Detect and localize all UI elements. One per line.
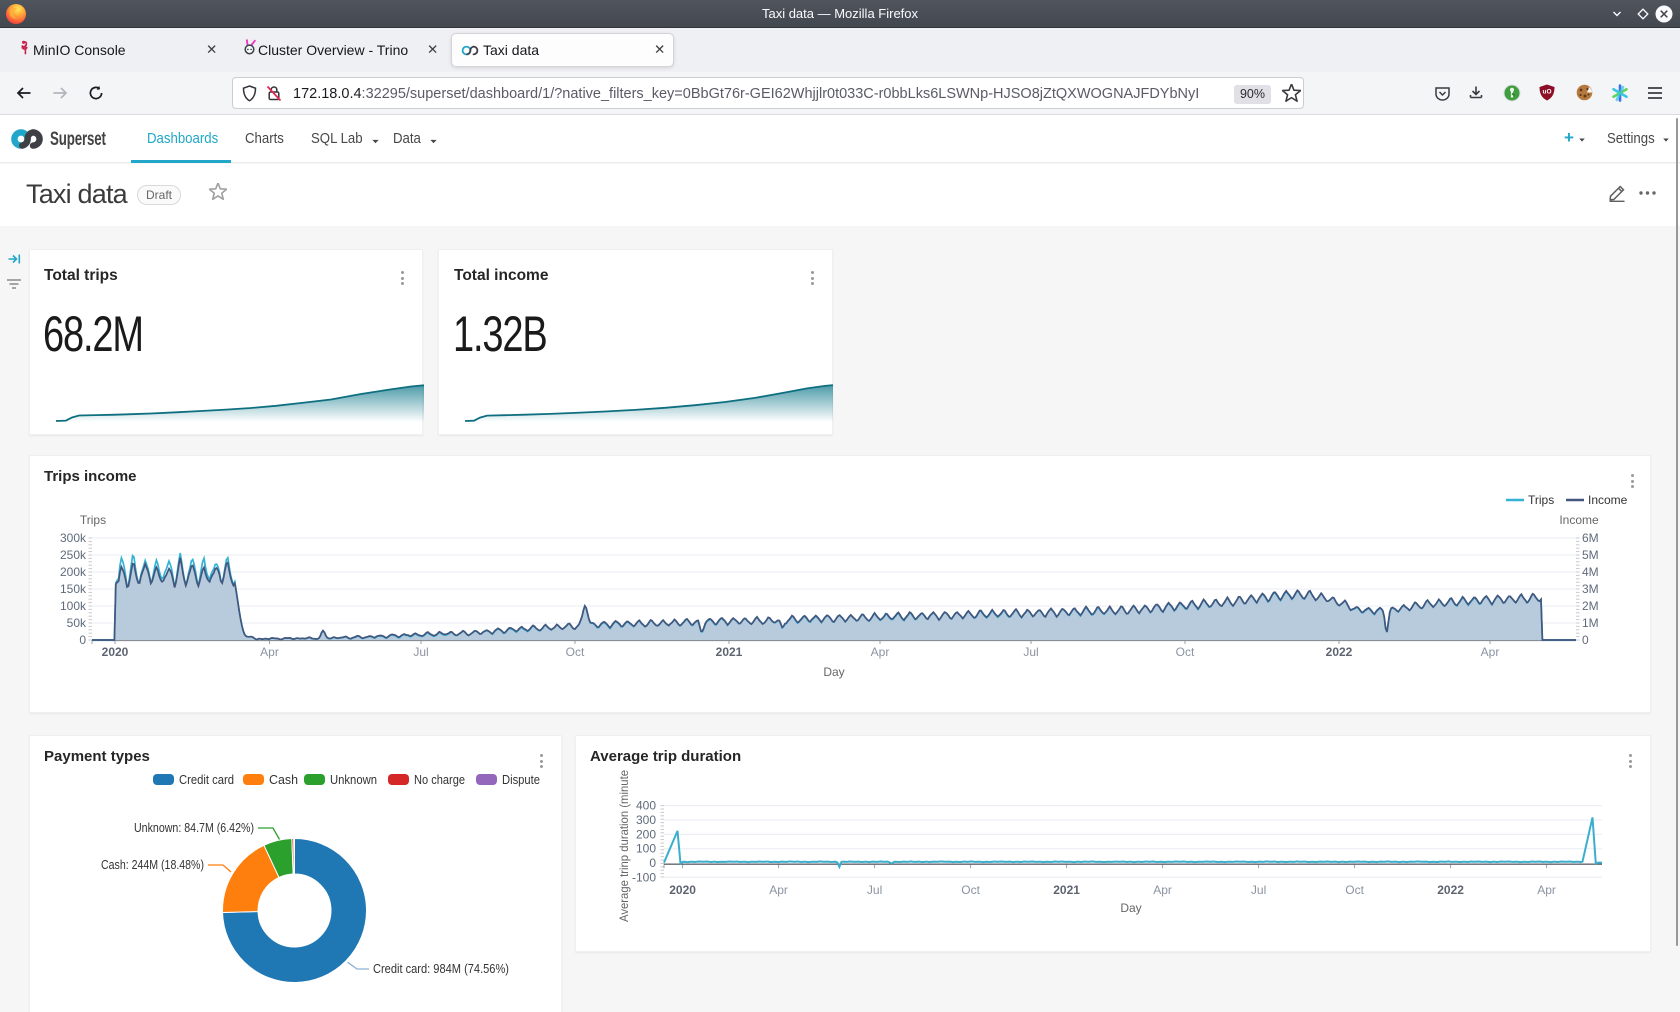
svg-text:Apr: Apr <box>260 645 279 659</box>
svg-text:200k: 200k <box>60 565 87 579</box>
svg-text:Cash: Cash <box>269 772 298 787</box>
svg-text:5M: 5M <box>1582 548 1599 562</box>
svg-text:Jul: Jul <box>1023 645 1038 659</box>
svg-text:Jul: Jul <box>1251 883 1266 897</box>
svg-text:Unknown: Unknown <box>330 772 377 787</box>
svg-text:250k: 250k <box>60 548 87 562</box>
svg-text:2022: 2022 <box>1437 883 1464 897</box>
svg-text:Income: Income <box>1559 513 1599 527</box>
svg-text:0: 0 <box>1582 633 1589 647</box>
svg-text:300k: 300k <box>60 531 87 545</box>
svg-text:Trips: Trips <box>80 513 106 527</box>
svg-text:Oct: Oct <box>566 645 585 659</box>
svg-text:Jul: Jul <box>867 883 882 897</box>
svg-text:Oct: Oct <box>1345 883 1364 897</box>
svg-text:Average trinp duration (minute: Average trinp duration (minute <box>617 770 631 922</box>
svg-text:2021: 2021 <box>1053 883 1080 897</box>
svg-text:Apr: Apr <box>1537 883 1556 897</box>
svg-text:0: 0 <box>649 856 656 870</box>
svg-text:Credit card: Credit card <box>179 772 234 787</box>
svg-text:200: 200 <box>636 827 656 841</box>
svg-text:Trips: Trips <box>1528 493 1554 507</box>
svg-text:2021: 2021 <box>716 645 743 659</box>
svg-text:Credit card: 984M (74.56%): Credit card: 984M (74.56%) <box>373 962 509 976</box>
svg-text:Day: Day <box>1120 901 1141 915</box>
svg-text:Income: Income <box>1588 493 1628 507</box>
svg-text:Apr: Apr <box>871 645 890 659</box>
svg-text:uO: uO <box>1542 89 1551 96</box>
svg-text:50k: 50k <box>67 616 87 630</box>
svg-text:Apr: Apr <box>1481 645 1500 659</box>
svg-text:-100: -100 <box>632 870 656 884</box>
svg-text:2M: 2M <box>1582 599 1599 613</box>
svg-text:Apr: Apr <box>769 883 788 897</box>
svg-text:100: 100 <box>636 842 656 856</box>
svg-text:Apr: Apr <box>1153 883 1172 897</box>
svg-text:Dispute: Dispute <box>502 772 540 787</box>
svg-text:2020: 2020 <box>669 883 696 897</box>
svg-text:300: 300 <box>636 813 656 827</box>
svg-text:2022: 2022 <box>1326 645 1353 659</box>
svg-text:0: 0 <box>79 633 86 647</box>
svg-text:1M: 1M <box>1582 616 1599 630</box>
svg-text:Oct: Oct <box>1176 645 1195 659</box>
svg-text:Day: Day <box>823 665 844 679</box>
svg-text:Unknown: 84.7M (6.42%): Unknown: 84.7M (6.42%) <box>134 821 254 835</box>
svg-text:100k: 100k <box>60 599 87 613</box>
svg-text:2020: 2020 <box>102 645 129 659</box>
svg-text:6M: 6M <box>1582 531 1599 545</box>
svg-text:400: 400 <box>636 799 656 813</box>
svg-text:3M: 3M <box>1582 582 1599 596</box>
svg-text:No charge: No charge <box>414 772 465 787</box>
svg-text:150k: 150k <box>60 582 87 596</box>
svg-text:Oct: Oct <box>961 883 980 897</box>
svg-text:Jul: Jul <box>413 645 428 659</box>
svg-text:Cash: 244M (18.48%): Cash: 244M (18.48%) <box>101 858 204 872</box>
svg-text:4M: 4M <box>1582 565 1599 579</box>
